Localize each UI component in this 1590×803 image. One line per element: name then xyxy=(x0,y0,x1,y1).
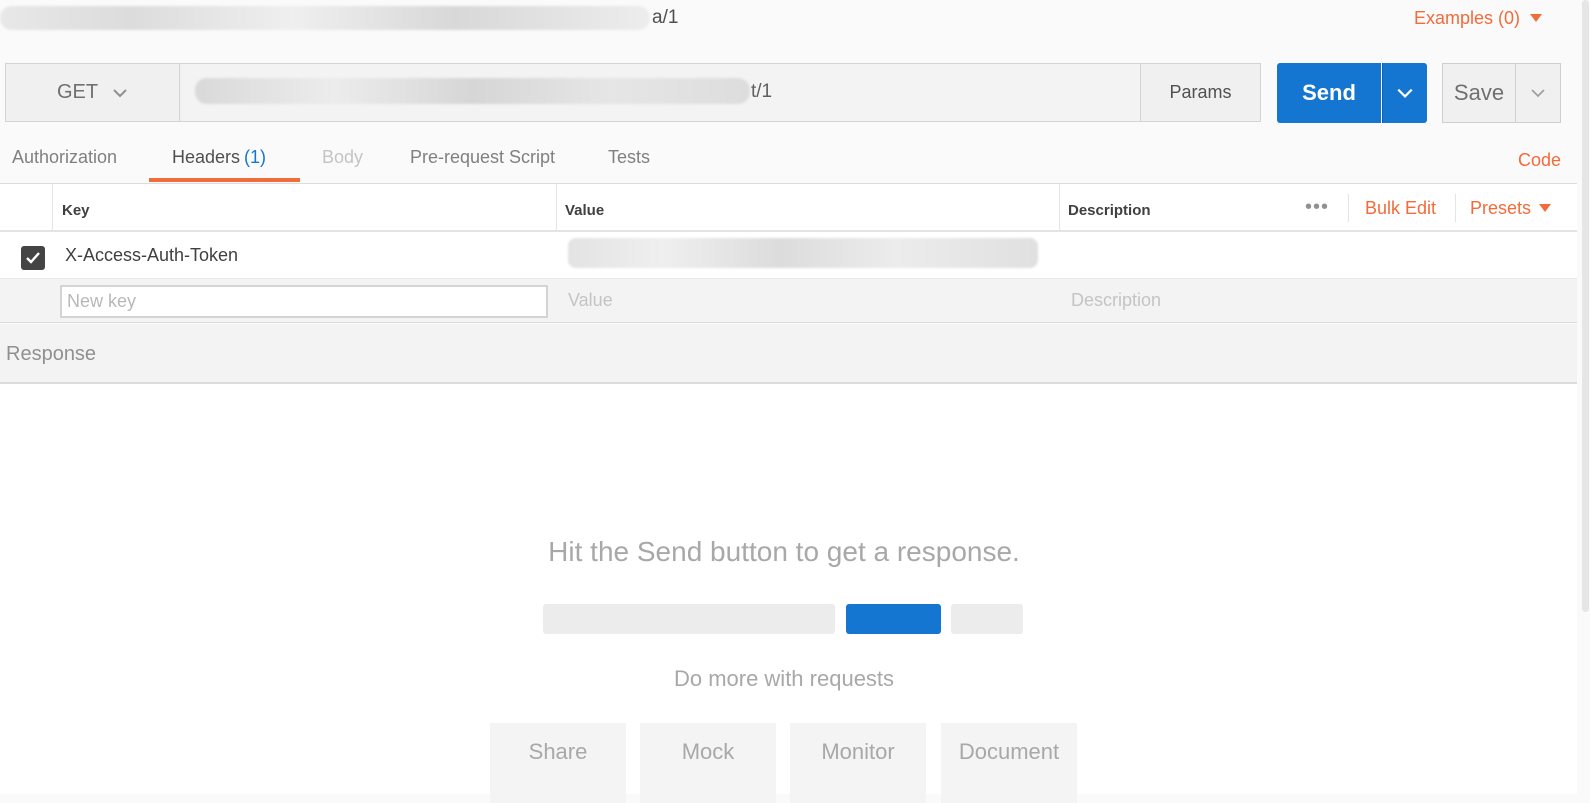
tab-label: Tests xyxy=(608,147,651,167)
presets-dropdown[interactable]: Presets xyxy=(1470,198,1552,219)
caret-down-icon xyxy=(1530,14,1543,22)
placeholder-save-bar xyxy=(951,604,1023,634)
chevron-down-icon xyxy=(113,88,127,97)
do-more-heading: Do more with requests xyxy=(673,666,895,691)
code-link[interactable]: Code xyxy=(1518,150,1561,171)
examples-label: Examples (0) xyxy=(1414,8,1521,28)
request-name-suffix: a/1 xyxy=(652,7,679,28)
column-header-key: Key xyxy=(62,202,90,219)
url-blurred xyxy=(195,78,750,104)
response-hint: Hit the Send button to get a response. xyxy=(548,536,1020,567)
column-divider xyxy=(52,184,53,232)
caret-down-icon xyxy=(1539,204,1552,212)
check-icon xyxy=(26,252,40,264)
mock-card[interactable]: Mock xyxy=(640,723,776,803)
send-dropdown-button[interactable] xyxy=(1382,63,1427,123)
new-description-input[interactable]: Description xyxy=(1071,290,1161,311)
new-key-input[interactable] xyxy=(60,285,548,318)
placeholder-url-bar xyxy=(543,604,835,634)
headers-count-badge: (1) xyxy=(244,147,267,167)
tab-headers[interactable]: Headers (1) xyxy=(172,147,266,168)
response-bar xyxy=(0,324,1577,384)
card-label: Mock xyxy=(681,739,735,764)
monitor-card[interactable]: Monitor xyxy=(790,723,926,803)
save-dropdown-button[interactable] xyxy=(1515,63,1561,123)
tab-tests[interactable]: Tests xyxy=(608,147,650,168)
divider xyxy=(1348,194,1349,222)
url-suffix: t/1 xyxy=(751,81,773,102)
more-options-icon[interactable]: ••• xyxy=(1305,196,1329,219)
tab-label: Body xyxy=(322,147,364,167)
column-header-value: Value xyxy=(565,202,605,219)
document-card[interactable]: Document xyxy=(941,723,1077,803)
scrollbar[interactable] xyxy=(1582,0,1589,612)
share-card[interactable]: Share xyxy=(490,723,626,803)
tab-pre-request-script[interactable]: Pre-request Script xyxy=(410,147,555,168)
placeholder-send-bar xyxy=(846,604,941,634)
request-name-blurred xyxy=(0,6,650,30)
active-tab-indicator xyxy=(149,178,300,182)
bulk-edit-link[interactable]: Bulk Edit xyxy=(1365,198,1436,219)
card-label: Share xyxy=(528,739,588,764)
method-label: GET xyxy=(56,81,99,103)
card-label: Monitor xyxy=(821,739,895,764)
chevron-down-icon xyxy=(1397,88,1413,98)
new-value-input[interactable]: Value xyxy=(568,290,613,311)
tab-label: Headers xyxy=(172,147,241,167)
tab-authorization[interactable]: Authorization xyxy=(12,147,117,168)
examples-dropdown[interactable]: Examples (0) xyxy=(1414,8,1543,29)
header-key[interactable]: X-Access-Auth-Token xyxy=(65,245,238,266)
header-value-blurred[interactable] xyxy=(568,238,1038,268)
headers-table-header xyxy=(0,184,1577,232)
send-button[interactable]: Send xyxy=(1277,63,1381,123)
params-button[interactable]: Params xyxy=(1140,63,1261,122)
chevron-down-icon xyxy=(1531,89,1545,98)
header-enabled-checkbox[interactable] xyxy=(21,246,45,270)
tab-label: Pre-request Script xyxy=(410,147,556,167)
response-area xyxy=(0,384,1577,794)
column-header-description: Description xyxy=(1068,202,1151,219)
tab-label: Authorization xyxy=(12,147,118,167)
response-label: Response xyxy=(6,343,97,365)
divider xyxy=(1455,194,1456,222)
method-select[interactable]: GET xyxy=(6,64,180,121)
tab-body[interactable]: Body xyxy=(322,147,363,168)
card-label: Document xyxy=(958,739,1060,764)
presets-label: Presets xyxy=(1470,198,1532,218)
save-button[interactable]: Save xyxy=(1442,63,1516,123)
